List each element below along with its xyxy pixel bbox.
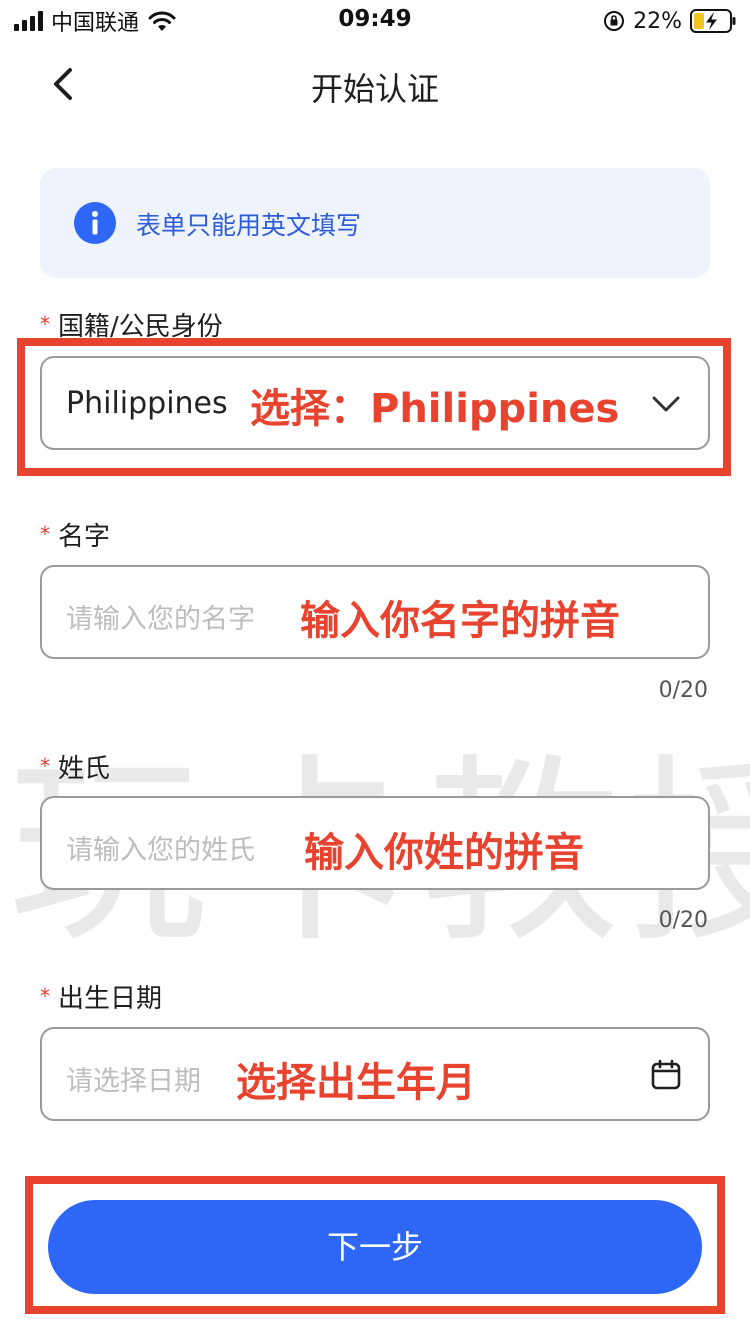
annotation-first-name: 输入你名字的拼音: [300, 598, 620, 644]
birth-date-placeholder: 请选择日期: [66, 1066, 201, 1097]
info-banner: 表单只能用英文填写: [40, 168, 710, 278]
annotation-birth-date: 选择出生年月: [236, 1060, 476, 1106]
battery-charging-icon: [690, 9, 736, 33]
required-mark: *: [40, 754, 50, 778]
annotation-last-name: 输入你姓的拼音: [304, 830, 584, 876]
annotation-nationality: 选择：Philippines: [250, 386, 620, 432]
first-name-label: * 名字: [40, 516, 110, 553]
status-bar: 中国联通 09:49 22%: [0, 0, 750, 42]
status-right: 22%: [603, 6, 736, 36]
last-name-counter: 0/20: [658, 908, 708, 933]
first-name-label-text: 名字: [58, 522, 111, 552]
nav-bar: 开始认证: [0, 48, 750, 122]
first-name-placeholder: 请输入您的名字: [66, 604, 255, 635]
page-title: 开始认证: [310, 70, 439, 108]
required-mark: *: [40, 522, 50, 546]
required-mark: *: [40, 312, 50, 336]
next-button[interactable]: 下一步: [48, 1200, 702, 1294]
battery-percentage: 22%: [633, 8, 682, 34]
info-icon: [74, 202, 116, 244]
last-name-label: * 姓氏: [40, 748, 110, 785]
birth-date-label-text: 出生日期: [58, 984, 163, 1014]
orientation-lock-icon: [604, 11, 625, 31]
required-mark: *: [40, 984, 50, 1008]
birth-date-label: * 出生日期: [40, 978, 162, 1015]
last-name-label-text: 姓氏: [58, 754, 111, 784]
info-text: 表单只能用英文填写: [136, 211, 362, 240]
calendar-icon: [651, 1059, 681, 1090]
last-name-placeholder: 请输入您的姓氏: [66, 835, 255, 866]
first-name-counter: 0/20: [658, 678, 708, 703]
